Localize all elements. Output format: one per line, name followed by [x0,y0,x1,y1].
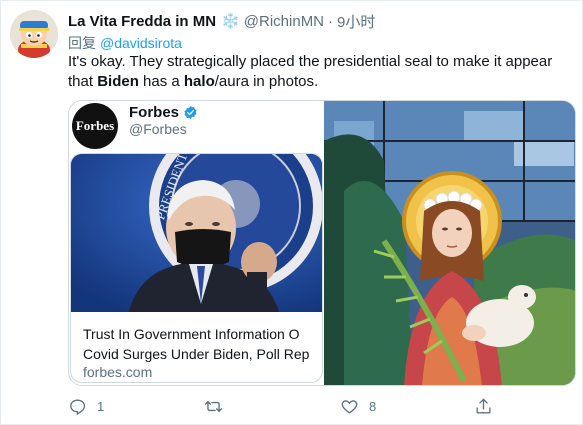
verified-badge-icon [184,105,197,120]
card-domain: forbes.com [83,364,153,380]
tweet-text-part: has a [138,73,184,90]
biden-photo-illustration: PRESIDENT [71,154,322,312]
like-count: 8 [369,399,377,414]
tweet-text-bold: Biden [97,73,139,90]
tweet-header: La Vita Fredda in MN ❄️ @RichinMN · 9小时 [68,11,570,31]
card-title[interactable]: Trust In Government Information O Covid … [83,324,322,364]
reply-to-user-link[interactable]: @davidsirota [100,35,182,51]
card-title-line: Covid Surges Under Biden, Poll Rep [83,346,310,362]
forbes-logo: Forbes [72,103,118,149]
tweet-media[interactable]: Forbes Forbes @Forbes PRESIDENT Trust In… [68,100,576,386]
author-display-name[interactable]: La Vita Fredda in MN [68,13,216,30]
avatar[interactable] [10,10,58,58]
separator-dot: · [328,12,334,30]
snowflake-icon: ❄️ [221,13,240,30]
tweet-text-part: /aura in photos. [214,73,319,90]
card-title-line: Trust In Government Information O [83,326,300,342]
card-photo: PRESIDENT [71,154,322,312]
author-handle[interactable]: @RichinMN [244,13,324,30]
media-image-forbes-screenshot[interactable]: Forbes Forbes @Forbes PRESIDENT Trust In… [69,101,323,385]
reply-prefix: 回复 [68,35,96,51]
tweet-timestamp[interactable]: 9小时 [337,11,375,32]
avatar-illustration [10,10,58,58]
embedded-author-handle: @Forbes [129,121,187,137]
reply-count: 1 [97,399,105,414]
share-icon [476,398,491,414]
reply-button[interactable]: 1 [68,397,104,416]
heart-icon [341,400,358,414]
tweet-text-bold: halo [183,73,215,90]
tweet[interactable]: La Vita Fredda in MN ❄️ @RichinMN · 9小时 … [0,0,583,425]
retweet-icon [204,401,223,412]
retweet-button[interactable] [204,397,233,416]
action-bar: 1 8 [68,397,518,419]
media-image-stained-glass[interactable] [324,101,575,385]
tweet-text: It's okay. They strategically placed the… [68,52,568,92]
embedded-author-name-text: Forbes [129,104,180,121]
embedded-author-name: Forbes [129,104,198,121]
like-button[interactable]: 8 [340,397,376,416]
stained-glass-illustration [324,101,575,385]
replying-to: 回复 @davidsirota [68,33,182,53]
link-card[interactable]: PRESIDENT Trust In Government Informatio… [70,153,323,383]
share-button[interactable] [474,397,493,416]
reply-icon [70,399,86,416]
